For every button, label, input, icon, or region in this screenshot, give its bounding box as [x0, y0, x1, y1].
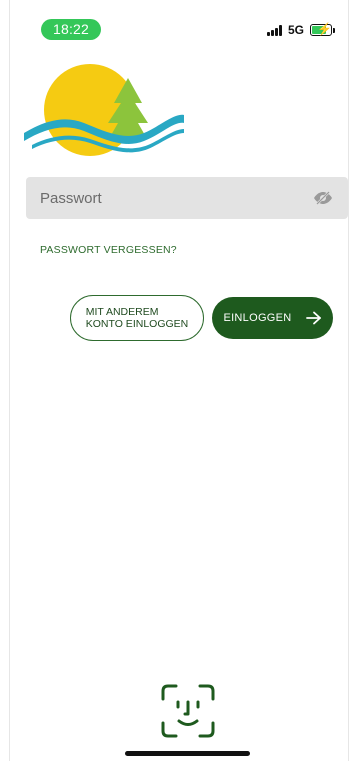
- password-input[interactable]: [40, 189, 312, 207]
- arrow-right-icon: [305, 311, 321, 325]
- status-indicators: 5G ⚡: [267, 22, 336, 38]
- signal-icon: [267, 24, 283, 36]
- home-indicator[interactable]: [125, 751, 250, 756]
- eye-slash-icon[interactable]: [312, 189, 334, 207]
- network-label: 5G: [288, 23, 305, 37]
- alt-account-label: MIT ANDEREM KONTO EINLOGGEN: [85, 306, 189, 330]
- app-screen: 18:22 5G ⚡ PASSWORT VERGESSEN? MIT ANDER…: [9, 0, 349, 761]
- password-field[interactable]: [26, 177, 348, 219]
- forgot-password-link[interactable]: PASSWORT VERGESSEN?: [40, 244, 177, 256]
- face-id-icon[interactable]: [160, 683, 216, 739]
- status-time: 18:22: [41, 19, 101, 40]
- login-button[interactable]: EINLOGGEN: [212, 297, 333, 339]
- battery-icon: ⚡: [310, 22, 336, 36]
- alt-account-button[interactable]: MIT ANDEREM KONTO EINLOGGEN: [70, 295, 204, 341]
- sun-tree-wave-logo: [24, 64, 184, 156]
- login-label: EINLOGGEN: [223, 312, 292, 324]
